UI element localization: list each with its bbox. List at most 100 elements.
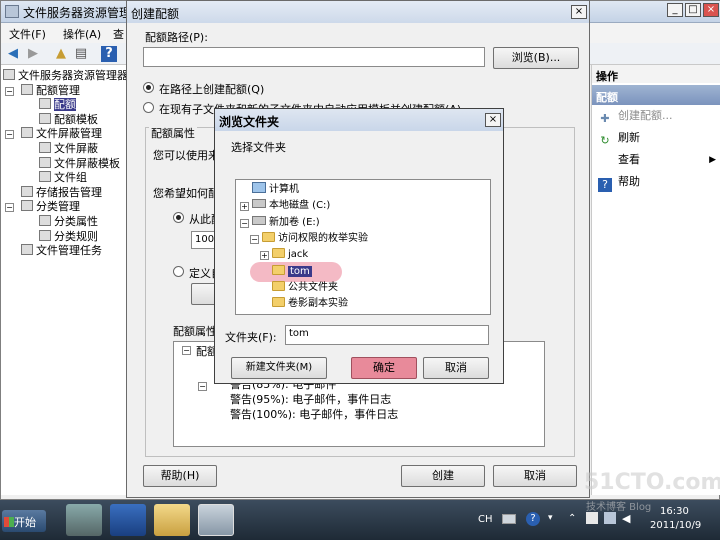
watermark-subtitle: 技术博客 Blog [586, 502, 652, 513]
tree-item-label: 分类管理 [36, 200, 80, 214]
folder-node[interactable]: 新加卷 (E:) [252, 215, 320, 231]
start-button[interactable]: 开始 [2, 510, 46, 532]
create-button[interactable]: 创建 [401, 465, 485, 487]
menu-action[interactable]: 操作(A) [63, 26, 101, 42]
tree-item[interactable]: 存储报告管理 [21, 185, 102, 200]
help-icon: ? [598, 178, 612, 192]
tree-item-label: 文件屏蔽管理 [36, 127, 102, 141]
action-item[interactable]: ✚ 创建配额... [598, 107, 716, 125]
tree-item[interactable]: 分类属性 [39, 215, 98, 229]
folder-expander[interactable]: + [260, 251, 269, 261]
actions-section-quota[interactable]: 配额 [592, 85, 720, 105]
folder-expander[interactable]: − [240, 218, 249, 228]
folder-node[interactable]: 本地磁盘 (C:) [252, 198, 330, 214]
actions-pane: 操作 配额 ✚ 创建配额... ↻ 刷新查看 ▶ ? 帮助 [591, 65, 720, 495]
help-button[interactable]: 帮助(H) [143, 465, 217, 487]
close-button[interactable]: × [703, 3, 719, 17]
folder-node[interactable]: jack [272, 247, 308, 263]
summary-notifications-toggle[interactable]: − [198, 382, 207, 391]
action-item[interactable]: ? 帮助 [598, 173, 716, 192]
folder-icon [272, 280, 285, 291]
maximize-button[interactable]: □ [685, 3, 701, 17]
taskbar-powershell-icon[interactable] [110, 504, 146, 536]
back-arrow-icon[interactable]: ◀ [5, 46, 21, 62]
radio-custom-properties[interactable] [173, 266, 184, 277]
show-hidden-icons-icon[interactable]: ⌃ [568, 513, 576, 524]
minimize-button[interactable]: _ [667, 3, 683, 17]
cancel-button[interactable]: 取消 [493, 465, 577, 487]
up-folder-icon[interactable]: ▲ [53, 46, 69, 62]
action-label: 刷新 [618, 131, 640, 144]
browse-cancel-button[interactable]: 取消 [423, 357, 489, 379]
folder-node[interactable]: 计算机 [252, 182, 299, 198]
action-item[interactable]: 查看 ▶ [598, 151, 716, 169]
computer-icon [252, 182, 266, 193]
volume-icon[interactable]: ◀ [622, 512, 630, 525]
tree-item[interactable]: 文件管理任务 [21, 244, 102, 258]
create-quota-title-bar: 创建配额 × [127, 1, 589, 23]
help-icon[interactable]: ? [101, 46, 117, 62]
menu-file[interactable]: 文件(F) [9, 26, 46, 42]
tree-item[interactable]: 分类管理 [21, 200, 80, 214]
clock-time[interactable]: 16:30 [660, 506, 689, 517]
tree-expander[interactable]: − [5, 203, 14, 213]
tree-item[interactable]: 文件屏蔽模板 [39, 156, 120, 171]
tree-expander[interactable]: − [5, 130, 14, 140]
clock-date[interactable]: 2011/10/9 [650, 520, 701, 531]
folder-node[interactable]: 卷影副本实验 [272, 296, 348, 312]
tree-item[interactable]: 文件屏蔽管理 [21, 127, 102, 141]
drive-icon [252, 215, 266, 225]
browse-folder-title: 浏览文件夹 [219, 115, 280, 129]
browse-button[interactable]: 浏览(B)... [493, 47, 579, 69]
template-icon [39, 112, 51, 124]
tree-item[interactable]: 配额管理 [21, 83, 80, 98]
tree-item[interactable]: 文件服务器资源管理器 [3, 69, 128, 83]
action-item[interactable]: ↻ 刷新 [598, 129, 716, 147]
menu-arrow-icon[interactable]: ▾ [548, 513, 553, 523]
network-icon[interactable] [604, 512, 616, 524]
taskbar-explorer-icon[interactable] [154, 504, 190, 536]
quota-path-input[interactable] [143, 47, 485, 67]
folder-expander[interactable]: − [250, 234, 259, 244]
folder-expander[interactable]: + [240, 202, 249, 212]
radio-auto-apply-template[interactable] [143, 102, 154, 113]
show-tree-icon[interactable]: ▤ [73, 46, 89, 62]
tree-item[interactable]: 分类规则 [39, 229, 98, 244]
keyboard-icon[interactable] [502, 514, 516, 524]
tree-expander[interactable]: − [5, 86, 14, 96]
ime-indicator[interactable]: CH [478, 514, 493, 525]
ok-button[interactable]: 确定 [351, 357, 417, 379]
task-icon [21, 244, 33, 256]
template-icon [39, 156, 51, 168]
app-icon [5, 5, 19, 18]
menu-view[interactable]: 查 [113, 26, 124, 42]
flag-icon[interactable] [586, 512, 598, 524]
tree-item-label: 分类属性 [54, 215, 98, 228]
help-tray-icon[interactable]: ? [526, 512, 540, 526]
folder-node[interactable]: 访问权限的枚举实验 [262, 231, 368, 247]
submenu-arrow-icon: ▶ [709, 155, 716, 165]
quota-icon [39, 98, 51, 110]
taskbar-fsrm-icon[interactable] [198, 504, 234, 536]
tree-item[interactable]: 文件屏蔽 [39, 142, 98, 156]
new-folder-button[interactable]: 新建文件夹(M) [231, 357, 327, 379]
folder-icon [262, 231, 275, 242]
radio-create-on-path[interactable] [143, 82, 154, 93]
actions-header: 操作 [592, 65, 720, 83]
folder-tree[interactable]: 计算机 + 本地磁盘 (C:) − 新加卷 (E:) − 访问权限的枚举实验 + jack tom… [235, 179, 491, 315]
taskbar-server-manager-icon[interactable] [66, 504, 102, 536]
folder-node[interactable]: 公共文件夹 [272, 280, 338, 296]
forward-arrow-icon[interactable]: ▶ [25, 46, 41, 62]
summary-collapse-toggle[interactable]: − [182, 346, 191, 355]
folder-name-input[interactable]: tom [285, 325, 489, 345]
browse-folder-close-button[interactable]: × [485, 113, 501, 127]
tree-item-label: 文件服务器资源管理器 [18, 69, 128, 82]
tree-item[interactable]: 配额模板 [39, 112, 98, 127]
report-icon [21, 185, 33, 197]
tree-item[interactable]: 配额 [39, 98, 76, 112]
radio-derive-from-template[interactable] [173, 212, 184, 223]
tree-item[interactable]: 文件组 [39, 171, 87, 185]
folder-node[interactable]: tom [272, 264, 312, 280]
create-quota-close-button[interactable]: × [571, 5, 587, 19]
folder-node-label: tom [288, 265, 312, 277]
